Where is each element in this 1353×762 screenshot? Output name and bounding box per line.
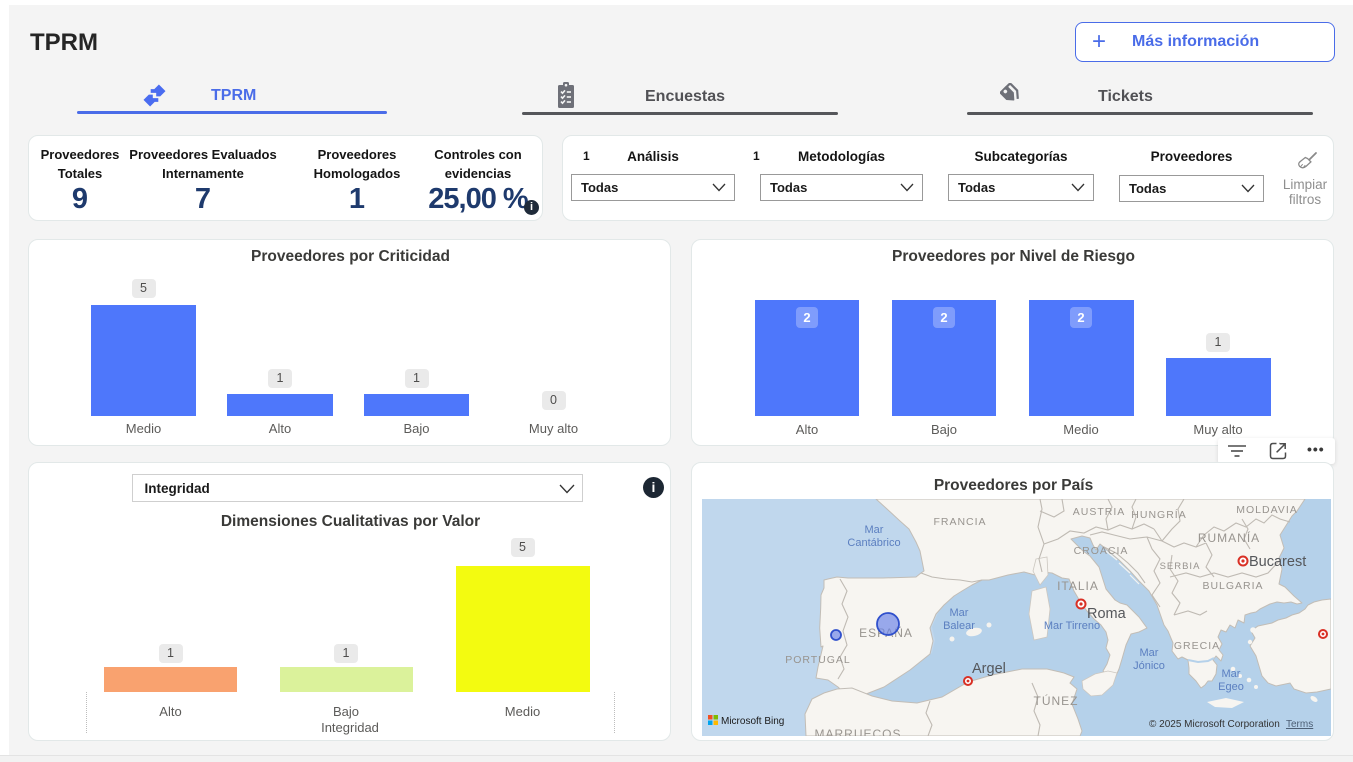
svg-text:Terms: Terms xyxy=(1286,719,1313,730)
svg-text:BULGARIA: BULGARIA xyxy=(1202,580,1263,592)
svg-text:HUNGRÍA: HUNGRÍA xyxy=(1131,508,1186,521)
svg-text:MARRUECOS: MARRUECOS xyxy=(814,727,901,736)
svg-text:FRANCIA: FRANCIA xyxy=(933,516,986,528)
svg-text:Cantábrico: Cantábrico xyxy=(847,537,900,549)
svg-text:Mar: Mar xyxy=(950,607,969,619)
svg-text:RUMANÍA: RUMANÍA xyxy=(1198,530,1260,545)
svg-text:Argel: Argel xyxy=(972,661,1006,677)
svg-text:AUSTRIA: AUSTRIA xyxy=(1073,506,1126,518)
svg-text:Jónico: Jónico xyxy=(1133,660,1165,672)
svg-text:CROACIA: CROACIA xyxy=(1074,545,1129,557)
svg-text:GRECIA: GRECIA xyxy=(1174,640,1220,652)
svg-text:Mar: Mar xyxy=(1222,668,1241,680)
svg-text:Microsoft Bing: Microsoft Bing xyxy=(721,716,784,727)
svg-text:Egeo: Egeo xyxy=(1218,681,1244,693)
svg-text:PORTUGAL: PORTUGAL xyxy=(785,654,851,666)
svg-text:Bucarest: Bucarest xyxy=(1249,554,1306,570)
svg-text:© 2025 Microsoft Corporation: © 2025 Microsoft Corporation xyxy=(1149,719,1280,730)
svg-text:ITALIA: ITALIA xyxy=(1057,579,1099,593)
svg-text:Roma: Roma xyxy=(1087,606,1127,622)
svg-text:Balear: Balear xyxy=(943,620,975,632)
svg-text:MOLDAVIA: MOLDAVIA xyxy=(1236,504,1297,516)
svg-text:SERBIA: SERBIA xyxy=(1160,561,1201,572)
svg-text:Mar: Mar xyxy=(1140,647,1159,659)
svg-text:Mar: Mar xyxy=(865,524,884,536)
svg-text:TÚNEZ: TÚNEZ xyxy=(1034,693,1079,708)
